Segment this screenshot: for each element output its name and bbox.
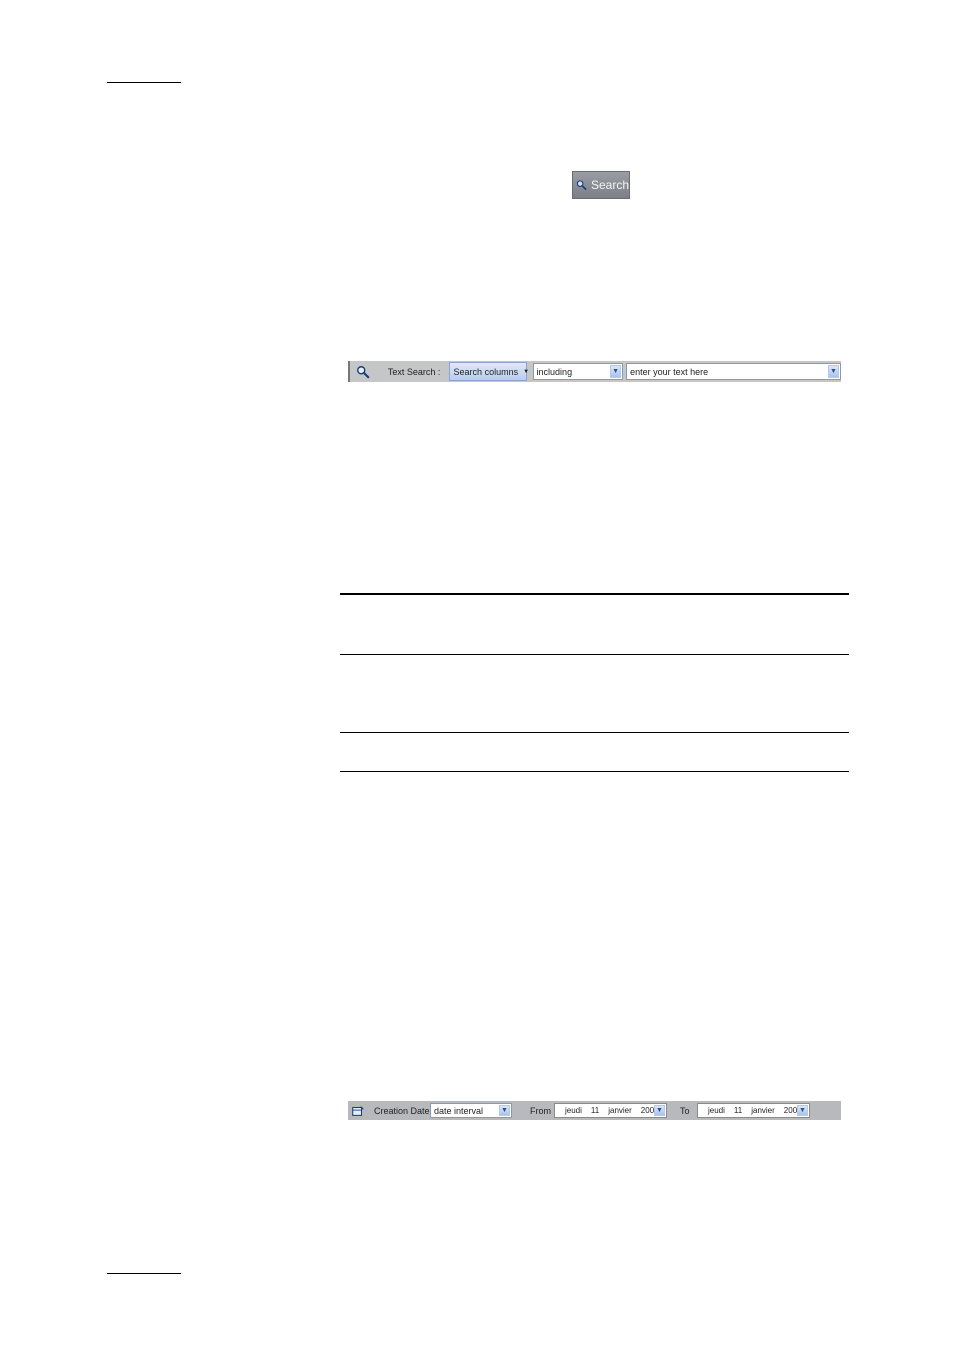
table-row-divider <box>340 732 849 733</box>
search-columns-button[interactable]: Search columns ▼ <box>448 362 530 381</box>
from-weekday: jeudi <box>565 1106 582 1115</box>
operator-value: including <box>536 366 573 377</box>
from-date-picker[interactable]: jeudi 11 janvier 2007 ▼ <box>554 1103 667 1118</box>
date-mode-select[interactable]: date interval ▼ <box>430 1103 512 1118</box>
chevron-down-icon[interactable]: ▼ <box>797 1105 808 1116</box>
table-row-divider <box>340 654 849 655</box>
text-search-toolbar: Text Search : Search columns ▼ including… <box>348 361 841 382</box>
chevron-down-icon[interactable]: ▼ <box>610 365 622 378</box>
from-label: From <box>530 1105 551 1116</box>
header-rule <box>107 82 181 83</box>
search-columns-label: Search columns <box>453 366 519 377</box>
date-mode-value: date interval <box>434 1105 484 1116</box>
operator-select[interactable]: including ▼ <box>532 363 624 380</box>
table-bottom-rule <box>340 771 849 772</box>
footer-rule <box>107 1273 181 1274</box>
from-day: 11 <box>590 1106 600 1115</box>
search-text-placeholder: enter your text here <box>630 366 709 377</box>
table-top-rule <box>340 593 849 595</box>
magnifier-icon <box>350 365 376 379</box>
text-search-label: Text Search : <box>387 366 441 377</box>
to-month: janvier <box>751 1106 775 1115</box>
to-date-picker[interactable]: jeudi 11 janvier 2007 ▼ <box>697 1103 810 1118</box>
creation-date-label: Creation Date : <box>374 1105 435 1116</box>
to-label: To <box>680 1105 690 1116</box>
creation-date-toolbar: Creation Date : date interval ▼ From jeu… <box>348 1101 841 1120</box>
calendar-icon <box>348 1104 368 1118</box>
chevron-down-icon[interactable]: ▼ <box>499 1105 510 1116</box>
from-month: janvier <box>608 1106 632 1115</box>
chevron-down-icon: ▼ <box>523 368 530 375</box>
magnifier-icon <box>576 180 587 190</box>
search-button[interactable]: Search <box>572 171 630 199</box>
search-button-label: Search <box>590 178 629 192</box>
chevron-down-icon[interactable]: ▼ <box>827 365 839 378</box>
chevron-down-icon[interactable]: ▼ <box>654 1105 665 1116</box>
to-day: 11 <box>733 1106 743 1115</box>
to-weekday: jeudi <box>708 1106 725 1115</box>
search-text-input[interactable]: enter your text here ▼ <box>626 363 841 380</box>
